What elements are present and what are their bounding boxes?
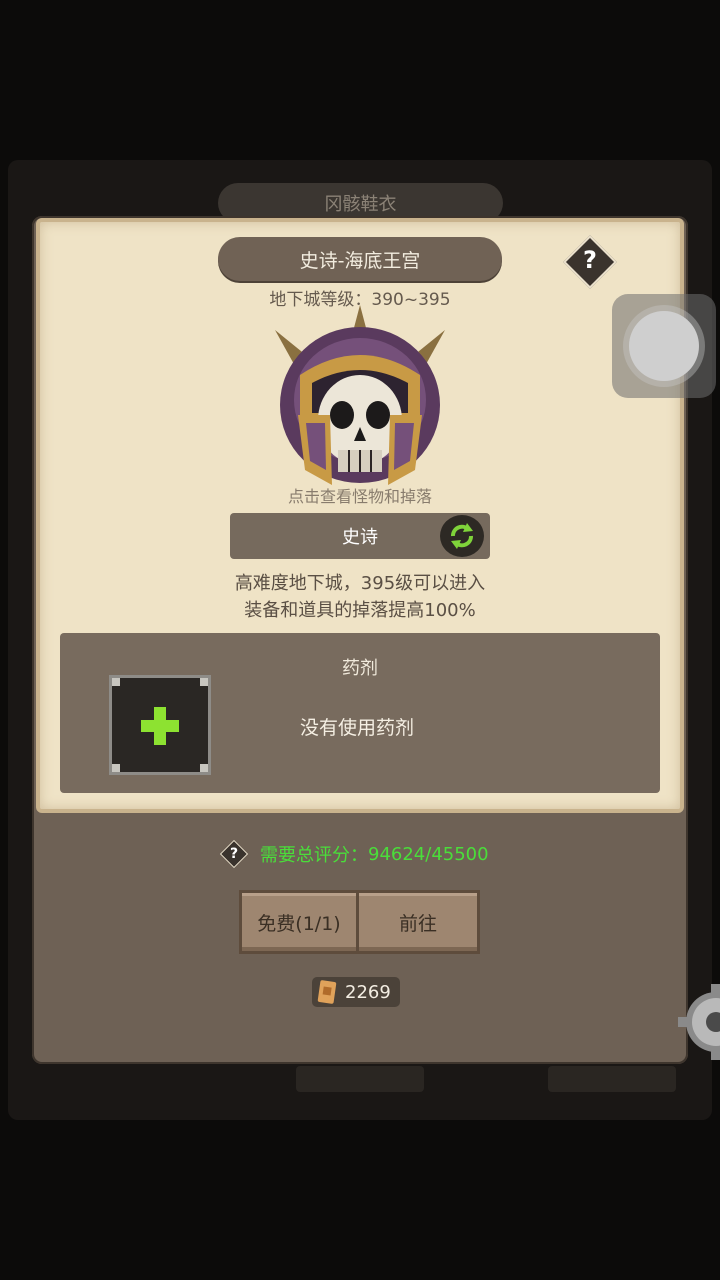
free-enter-button[interactable]: 免费(1/1) [239,890,359,954]
free-button-label: 免费(1/1) [257,912,341,935]
score-requirement: ? 需要总评分： 94624/45500 [219,839,489,869]
score-value: 94624/45500 [368,843,489,865]
dungeon-desc-line1: 高难度地下城，395级可以进入 [234,573,486,594]
no-potion-text: 没有使用药剂 [300,717,415,739]
scroll-ticket-icon [317,980,337,1004]
floating-assist-button[interactable] [612,294,716,398]
background-button [296,1066,424,1092]
refresh-difficulty-button[interactable] [440,515,484,557]
slot-corner [112,764,120,772]
plus-icon [141,707,179,745]
ticket-count: 2269 [345,981,391,1003]
dungeon-title: 史诗-海底王宫 [218,237,502,281]
slot-corner [200,764,208,772]
difficulty-label: 史诗 [342,527,378,548]
question-icon: ? [583,246,597,274]
slot-corner [200,678,208,686]
monster-skull-helmet-icon[interactable] [270,305,450,495]
score-label: 需要总评分： [260,845,368,866]
ticket-counter: 2269 [312,977,400,1007]
refresh-icon [451,523,473,549]
assist-ball-icon [629,311,699,381]
background-button [548,1066,676,1092]
slot-corner [112,678,120,686]
dungeon-desc-line2: 装备和道具的掉落提高100% [244,600,476,621]
go-button[interactable]: 前往 [356,890,480,954]
question-icon: ? [229,846,239,862]
go-button-label: 前往 [398,912,437,935]
score-help-button[interactable]: ? [219,839,249,869]
settings-gear-icon[interactable] [676,982,720,1062]
view-monsters-hint[interactable]: 点击查看怪物和掉落 [0,483,720,507]
potion-title: 药剂 [342,658,378,679]
add-potion-slot[interactable] [109,675,211,775]
